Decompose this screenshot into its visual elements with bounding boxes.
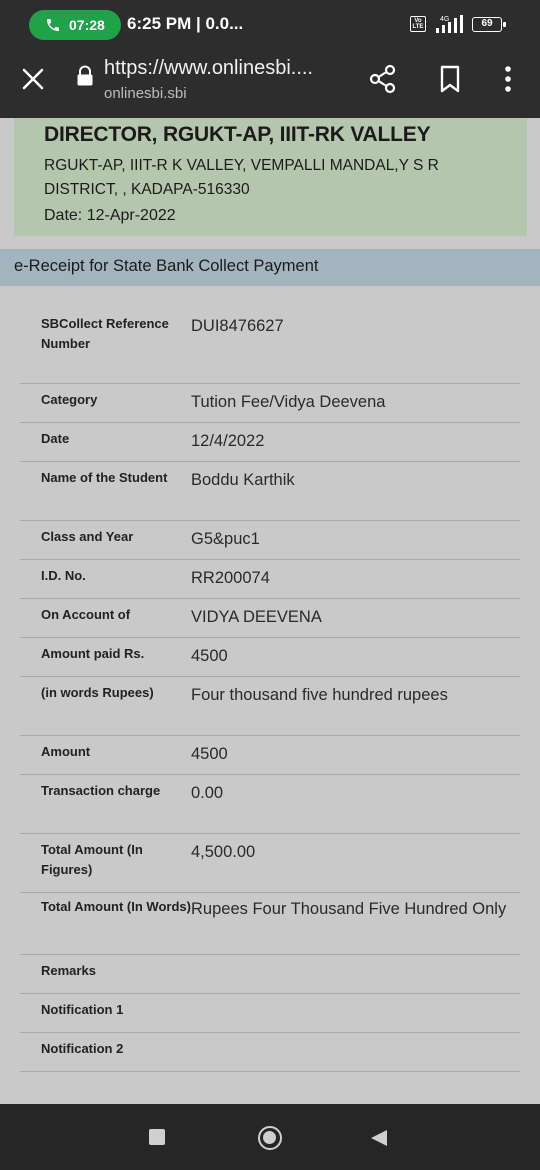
row-value: Four thousand five hundred rupees bbox=[191, 686, 448, 704]
table-row: Amount paid Rs. 4500 bbox=[20, 638, 520, 677]
phone-icon bbox=[47, 19, 59, 31]
status-icons: Vo LTE 4G 69 bbox=[410, 14, 510, 36]
row-label: SBCollect Reference Number bbox=[41, 316, 169, 351]
row-label: Transaction charge bbox=[41, 783, 161, 798]
row-value: RR200074 bbox=[191, 569, 270, 587]
row-value: G5&puc1 bbox=[191, 530, 260, 548]
row-label: Date bbox=[41, 431, 70, 446]
row-label: I.D. No. bbox=[41, 568, 86, 583]
share-icon[interactable] bbox=[366, 62, 400, 96]
row-label: Class and Year bbox=[41, 529, 134, 544]
row-value: Boddu Karthik bbox=[191, 471, 295, 489]
more-options-icon[interactable] bbox=[494, 62, 522, 96]
receipt-title: e-Receipt for State Bank Collect Payment bbox=[0, 249, 540, 286]
row-value: Rupees Four Thousand Five Hundred Only bbox=[191, 900, 507, 918]
row-label: Amount paid Rs. bbox=[41, 646, 145, 661]
row-value bbox=[191, 961, 520, 993]
row-label: Amount bbox=[41, 744, 91, 759]
table-row: On Account of VIDYA DEEVENA bbox=[20, 599, 520, 638]
row-value: 0.00 bbox=[191, 784, 224, 802]
table-row: Class and Year G5&puc1 bbox=[20, 521, 520, 560]
receipt-date: Date: 12-Apr-2022 bbox=[44, 207, 176, 224]
network-type: 4G bbox=[440, 16, 449, 23]
lock-icon[interactable] bbox=[76, 65, 94, 87]
back-button[interactable] bbox=[371, 1130, 387, 1146]
battery-icon: 69 bbox=[472, 17, 506, 32]
table-row: Notification 2 bbox=[20, 1033, 520, 1072]
institution-address: RGUKT-AP, IIIT-R K VALLEY, VEMPALLI MAND… bbox=[44, 157, 439, 198]
row-value: 12/4/2022 bbox=[191, 432, 265, 450]
volte-icon: Vo LTE bbox=[410, 16, 426, 32]
close-icon[interactable] bbox=[18, 64, 48, 94]
call-duration: 07:28 bbox=[69, 17, 105, 33]
row-value: 4,500.00 bbox=[191, 843, 256, 861]
institution-title: DIRECTOR, RGUKT-AP, IIIT-RK VALLEY bbox=[44, 123, 431, 146]
row-label: Name of the Student bbox=[41, 470, 168, 485]
table-row: Total Amount (In Figures) 4,500.00 bbox=[20, 834, 520, 893]
url-domain[interactable]: onlinesbi.sbi bbox=[104, 85, 187, 102]
row-label: Notification 2 bbox=[41, 1041, 124, 1056]
recents-button[interactable] bbox=[149, 1129, 165, 1145]
table-row: Category Tution Fee/Vidya Deevena bbox=[20, 384, 520, 423]
web-page: DIRECTOR, RGUKT-AP, IIIT-RK VALLEY RGUKT… bbox=[0, 118, 540, 1104]
receipt-table: SBCollect Reference Number DUI8476627 Cate… bbox=[20, 308, 520, 1072]
row-label: (in words Rupees) bbox=[41, 685, 154, 700]
row-value bbox=[191, 1000, 520, 1032]
ongoing-call-pill[interactable]: 07:28 bbox=[29, 10, 121, 40]
row-label: Total Amount (In Words) bbox=[41, 899, 191, 914]
row-label: On Account of bbox=[41, 607, 131, 622]
table-row: Name of the Student Boddu Karthik bbox=[20, 462, 520, 521]
table-row: Notification 1 bbox=[20, 994, 520, 1033]
system-nav-bar bbox=[0, 1104, 540, 1170]
browser-toolbar: https://www.onlinesbi.... onlinesbi.sbi bbox=[0, 50, 540, 118]
table-row: SBCollect Reference Number DUI8476627 bbox=[20, 308, 520, 384]
row-value bbox=[191, 1039, 520, 1071]
status-bar: 07:28 6:25 PM | 0.0... Vo LTE 4G 69 bbox=[0, 0, 540, 50]
table-row: Date 12/4/2022 bbox=[20, 423, 520, 462]
home-button[interactable] bbox=[258, 1126, 282, 1150]
signal-icon: 4G bbox=[436, 15, 463, 33]
table-row: Total Amount (In Words) Rupees Four Thous… bbox=[20, 893, 520, 955]
row-label: Category bbox=[41, 392, 98, 407]
row-value: Tution Fee/Vidya Deevena bbox=[191, 393, 386, 411]
table-row: Remarks bbox=[20, 955, 520, 994]
row-value: VIDYA DEEVENA bbox=[191, 608, 322, 626]
table-row: I.D. No. RR200074 bbox=[20, 560, 520, 599]
table-row: Amount 4500 bbox=[20, 736, 520, 775]
url-text[interactable]: https://www.onlinesbi.... bbox=[104, 57, 313, 80]
institution-header: DIRECTOR, RGUKT-AP, IIIT-RK VALLEY RGUKT… bbox=[14, 118, 527, 236]
table-row: (in words Rupees) Four thousand five hund… bbox=[20, 677, 520, 736]
row-label: Remarks bbox=[41, 963, 96, 978]
status-time: 6:25 PM | 0.0... bbox=[127, 14, 244, 33]
row-value: 4500 bbox=[191, 745, 228, 763]
row-value: 4500 bbox=[191, 647, 228, 665]
table-row: Transaction charge 0.00 bbox=[20, 775, 520, 834]
row-label: Notification 1 bbox=[41, 1002, 124, 1017]
row-label: Total Amount (In Figures) bbox=[41, 842, 143, 877]
bookmark-icon[interactable] bbox=[433, 62, 467, 96]
row-value: DUI8476627 bbox=[191, 317, 284, 335]
